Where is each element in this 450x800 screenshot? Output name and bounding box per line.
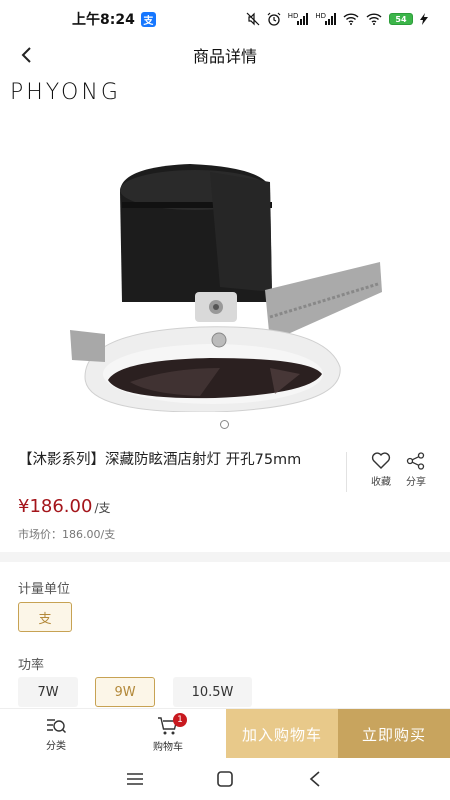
mute-icon bbox=[246, 12, 260, 26]
price-unit: /支 bbox=[94, 501, 111, 515]
section-divider bbox=[0, 552, 450, 562]
back-button[interactable] bbox=[14, 42, 40, 68]
page-header: 商品详情 bbox=[0, 38, 450, 72]
cart-tab[interactable]: 购物车 1 bbox=[133, 709, 203, 759]
favorite-button[interactable]: 收藏 bbox=[361, 452, 401, 488]
status-time: 上午8:24 bbox=[72, 12, 135, 28]
page-title: 商品详情 bbox=[192, 47, 257, 66]
unit-option-zhi[interactable]: 支 bbox=[18, 602, 72, 632]
share-button[interactable]: 分享 bbox=[396, 452, 436, 488]
battery-icon: 54 bbox=[389, 13, 413, 25]
wifi-icon-2 bbox=[366, 13, 382, 25]
status-bar: 上午8:24 支 HD HD 54 bbox=[0, 0, 450, 38]
charging-icon bbox=[420, 13, 428, 25]
heart-icon bbox=[371, 452, 391, 469]
share-label: 分享 bbox=[406, 477, 426, 488]
market-price: 市场价：186.00/支 bbox=[18, 528, 116, 541]
power-option-10-5w[interactable]: 10.5W bbox=[173, 677, 252, 707]
triangle-back-icon bbox=[309, 771, 320, 787]
cart-label: 购物车 bbox=[153, 741, 183, 753]
category-label: 分类 bbox=[46, 740, 66, 752]
product-image bbox=[70, 164, 382, 412]
add-to-cart-button[interactable]: 加入购物车 bbox=[226, 709, 338, 759]
power-option-9w[interactable]: 9W bbox=[95, 677, 155, 707]
brand-logo: PHYONG bbox=[10, 80, 121, 105]
product-info: 【沐影系列】深藏防眩酒店射灯 开孔75mm 收藏 分享 ¥186.00/支 市场… bbox=[0, 446, 450, 552]
home-square-icon bbox=[217, 771, 233, 787]
wifi-icon-1 bbox=[343, 13, 359, 25]
bottom-action-bar: 分类 购物车 1 加入购物车 立即购买 bbox=[0, 708, 450, 759]
power-option-7w[interactable]: 7W bbox=[18, 677, 78, 707]
system-nav-bar bbox=[0, 758, 450, 800]
divider bbox=[346, 452, 347, 492]
category-search-icon bbox=[47, 718, 67, 733]
category-tab[interactable]: 分类 bbox=[21, 709, 91, 759]
carousel-dot[interactable] bbox=[220, 420, 229, 429]
back-nav-button[interactable] bbox=[303, 767, 327, 791]
price-value: ¥186.00 bbox=[18, 496, 93, 517]
buy-now-button[interactable]: 立即购买 bbox=[338, 709, 450, 759]
product-image-gallery[interactable]: PHYONG bbox=[0, 72, 450, 437]
signal-1-icon: HD bbox=[288, 13, 309, 25]
cart-count-badge: 1 bbox=[173, 713, 187, 727]
home-nav-button[interactable] bbox=[213, 767, 237, 791]
product-detail-screen: 上午8:24 支 HD HD 54 商品详情 PHYONG 【沐影系列】深藏防眩… bbox=[0, 0, 450, 800]
chevron-left-icon bbox=[21, 47, 31, 63]
share-icon bbox=[406, 452, 425, 470]
power-label: 功率 bbox=[18, 658, 45, 673]
menu-icon bbox=[127, 773, 143, 785]
unit-label: 计量单位 bbox=[18, 582, 71, 597]
product-title: 【沐影系列】深藏防眩酒店射灯 开孔75mm bbox=[18, 452, 302, 468]
alipay-icon: 支 bbox=[140, 11, 156, 27]
favorite-label: 收藏 bbox=[371, 477, 391, 488]
menu-nav-button[interactable] bbox=[123, 767, 147, 791]
alarm-icon bbox=[267, 12, 281, 26]
product-price: ¥186.00/支 bbox=[18, 496, 110, 517]
signal-2-icon: HD bbox=[315, 13, 336, 25]
